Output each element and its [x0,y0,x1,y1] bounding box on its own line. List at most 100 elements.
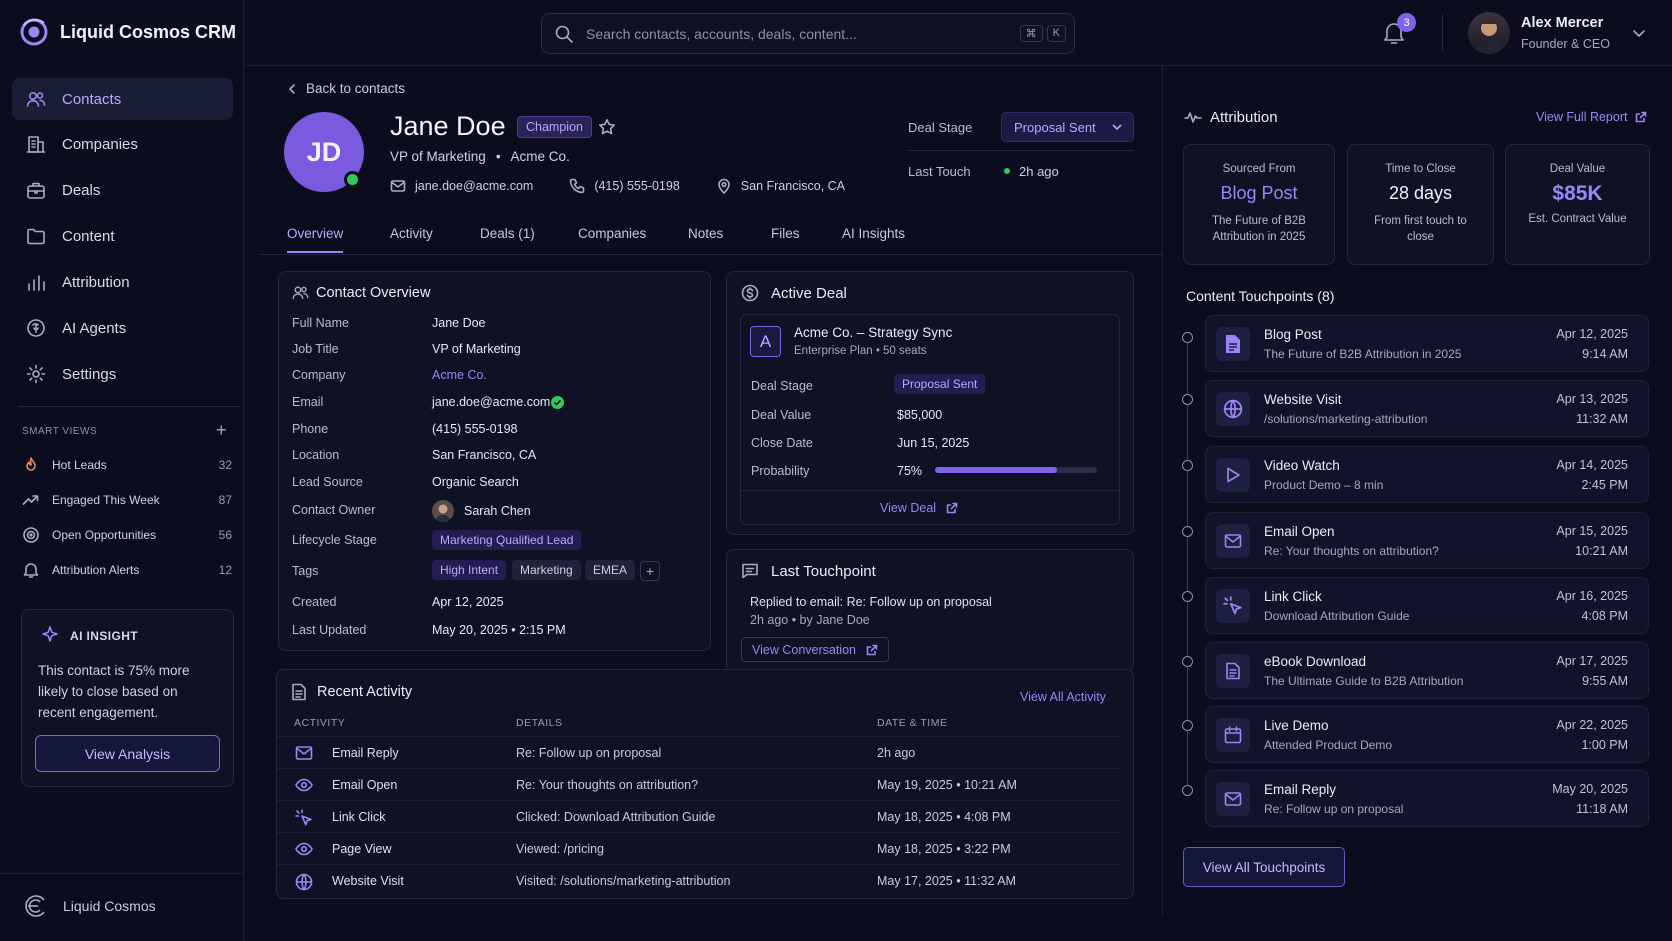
smart-view-open-opportunities[interactable]: Open Opportunities 56 [22,524,232,546]
touchpoint-item[interactable]: Blog Post The Future of B2B Attribution … [1205,315,1649,372]
tag-chip[interactable]: EMEA [585,560,636,580]
deal-field-label: Probability [751,464,810,478]
tabs-divider [260,254,1162,255]
field-label: Contact Owner [292,503,376,517]
touchpoint-time: 11:18 AM [1576,802,1628,816]
deal-name[interactable]: Acme Co. – Strategy Sync [794,325,952,340]
touchpoint-subtitle: /solutions/marketing-attribution [1264,412,1428,426]
touchpoint-item[interactable]: Email Reply Re: Follow up on proposal Ma… [1205,770,1649,827]
sidebar-item-content[interactable]: Content [12,215,233,257]
field-label: Location [292,448,340,462]
back-link[interactable]: Back to contacts [286,81,405,96]
contact-email[interactable]: jane.doe@acme.com [415,179,533,193]
probability-bar [935,467,1097,473]
smart-view-attribution-alerts[interactable]: Attribution Alerts 12 [22,559,232,581]
ai-insight-text: This contact is 75% more likely to close… [38,663,190,720]
touchpoint-time: 1:00 PM [1581,738,1628,752]
attribution-card-deal-value: Deal Value $85K Est. Contract Value [1505,144,1650,265]
attribution-card-sourced: Sourced From Blog Post The Future of B2B… [1183,144,1335,265]
touchpoint-date: Apr 15, 2025 [1556,524,1628,538]
footer-logo-icon [24,894,48,918]
tab-notes[interactable]: Notes [688,226,723,241]
sidebar-item-companies[interactable]: Companies [12,123,233,165]
mail-icon [1216,782,1250,816]
card-sub: The Future of B2B Attribution in 2025 [1212,215,1306,243]
activity-date: May 17, 2025 • 11:32 AM [877,873,1016,888]
touchpoint-item[interactable]: eBook Download The Ultimate Guide to B2B… [1205,642,1649,699]
deal-stage-select[interactable]: Proposal Sent [1001,112,1134,142]
add-smart-view-button[interactable]: + [216,421,227,439]
card-value: Blog Post [1220,183,1298,203]
view-analysis-button[interactable]: View Analysis [35,735,220,772]
add-tag-button[interactable]: + [640,561,660,581]
company-logo: A [750,326,781,357]
company-link[interactable]: Acme Co. [432,368,487,382]
deal-stage-label: Deal Stage [908,120,973,135]
tab-files[interactable]: Files [771,226,800,241]
tab-companies[interactable]: Companies [578,226,646,241]
sidebar-item-attribution[interactable]: Attribution [12,261,233,303]
field-label: Created [292,595,337,609]
shortcut-key: ⌘ [1019,25,1043,42]
view-full-report-link[interactable]: View Full Report [1536,110,1647,124]
tag-chip[interactable]: Marketing [512,560,581,580]
contact-phone[interactable]: (415) 555-0198 [594,179,679,193]
touchpoint-time: 2:45 PM [1581,478,1628,492]
contact-name: Jane Doe [390,111,506,141]
search-input[interactable]: Search contacts, accounts, deals, conten… [586,26,857,42]
table-row[interactable]: Link Click Clicked: Download Attribution… [277,800,1121,832]
avatar[interactable] [1468,12,1510,54]
contact-meta: jane.doe@acme.com (415) 555-0198 San Fra… [390,178,845,194]
table-row[interactable]: Page View Viewed: /pricing May 18, 2025 … [277,832,1121,864]
tab-activity[interactable]: Activity [390,226,433,241]
touchpoint-item[interactable]: Website Visit /solutions/marketing-attri… [1205,380,1649,437]
sidebar-item-deals[interactable]: Deals [12,169,233,211]
smart-view-label: Open Opportunities [52,528,157,542]
touchpoint-item[interactable]: Link Click Download Attribution Guide Ap… [1205,577,1649,634]
smart-view-engaged-this-week[interactable]: Engaged This Week 87 [22,489,232,511]
sidebar-item-ai-agents[interactable]: AI Agents [12,307,233,349]
touchpoint-item[interactable]: Live Demo Attended Product Demo Apr 22, … [1205,706,1649,763]
sidebar: Liquid Cosmos CRM Contacts Companies Dea… [0,0,244,941]
smart-view-hot-leads[interactable]: Hot Leads 32 [22,454,232,476]
active-tab-indicator [287,251,343,253]
status-dot [1004,168,1010,174]
view-all-activity-link[interactable]: View All Activity [1020,690,1106,704]
footer-brand: Liquid Cosmos [63,898,156,914]
user-menu-chevron-icon[interactable] [1632,26,1646,40]
verified-check-icon [551,396,564,409]
column-header: DETAILS [516,717,563,729]
deal-field-label: Close Date [751,436,813,450]
search-bar[interactable]: Search contacts, accounts, deals, conten… [541,13,1075,54]
table-row[interactable]: Website Visit Visited: /solutions/market… [277,864,1121,896]
tab-deals[interactable]: Deals (1) [480,226,535,241]
sidebar-item-contacts[interactable]: Contacts [12,78,233,120]
sidebar-item-settings[interactable]: Settings [12,353,233,395]
view-all-touchpoints-button[interactable]: View All Touchpoints [1183,847,1345,887]
timeline-dot [1182,591,1193,602]
table-row[interactable]: Email Open Re: Your thoughts on attribut… [277,768,1121,800]
star-icon[interactable] [598,118,616,136]
field-value: May 20, 2025 • 2:15 PM [432,623,566,637]
table-row[interactable]: Email Reply Re: Follow up on proposal 2h… [277,736,1121,768]
tag-chip[interactable]: High Intent [432,560,507,580]
touchpoint-time: 9:55 AM [1582,674,1628,688]
notifications-button[interactable]: 3 [1381,13,1416,46]
touchpoint-item[interactable]: Video Watch Product Demo – 8 min Apr 14,… [1205,446,1649,503]
divider [908,150,1134,151]
touchpoint-item[interactable]: Email Open Re: Your thoughts on attribut… [1205,512,1649,569]
smart-view-count: 56 [218,528,232,542]
calendar-icon [1216,718,1250,752]
view-deal-link[interactable]: View Deal [880,501,958,515]
view-conversation-button[interactable]: View Conversation [741,637,889,662]
location-pin-icon [717,178,730,194]
ai-insight-heading: AI INSIGHT [70,629,139,643]
field-value: VP of Marketing [432,342,521,356]
tab-overview[interactable]: Overview [287,226,343,241]
field-value[interactable]: jane.doe@acme.com [432,395,550,409]
tab-ai-insights[interactable]: AI Insights [842,226,905,241]
touchpoint-date: Apr 12, 2025 [1556,327,1628,341]
activity-pulse-icon [1184,108,1202,126]
chevron-down-icon [1112,124,1122,131]
activity-details: Re: Follow up on proposal [516,745,662,760]
